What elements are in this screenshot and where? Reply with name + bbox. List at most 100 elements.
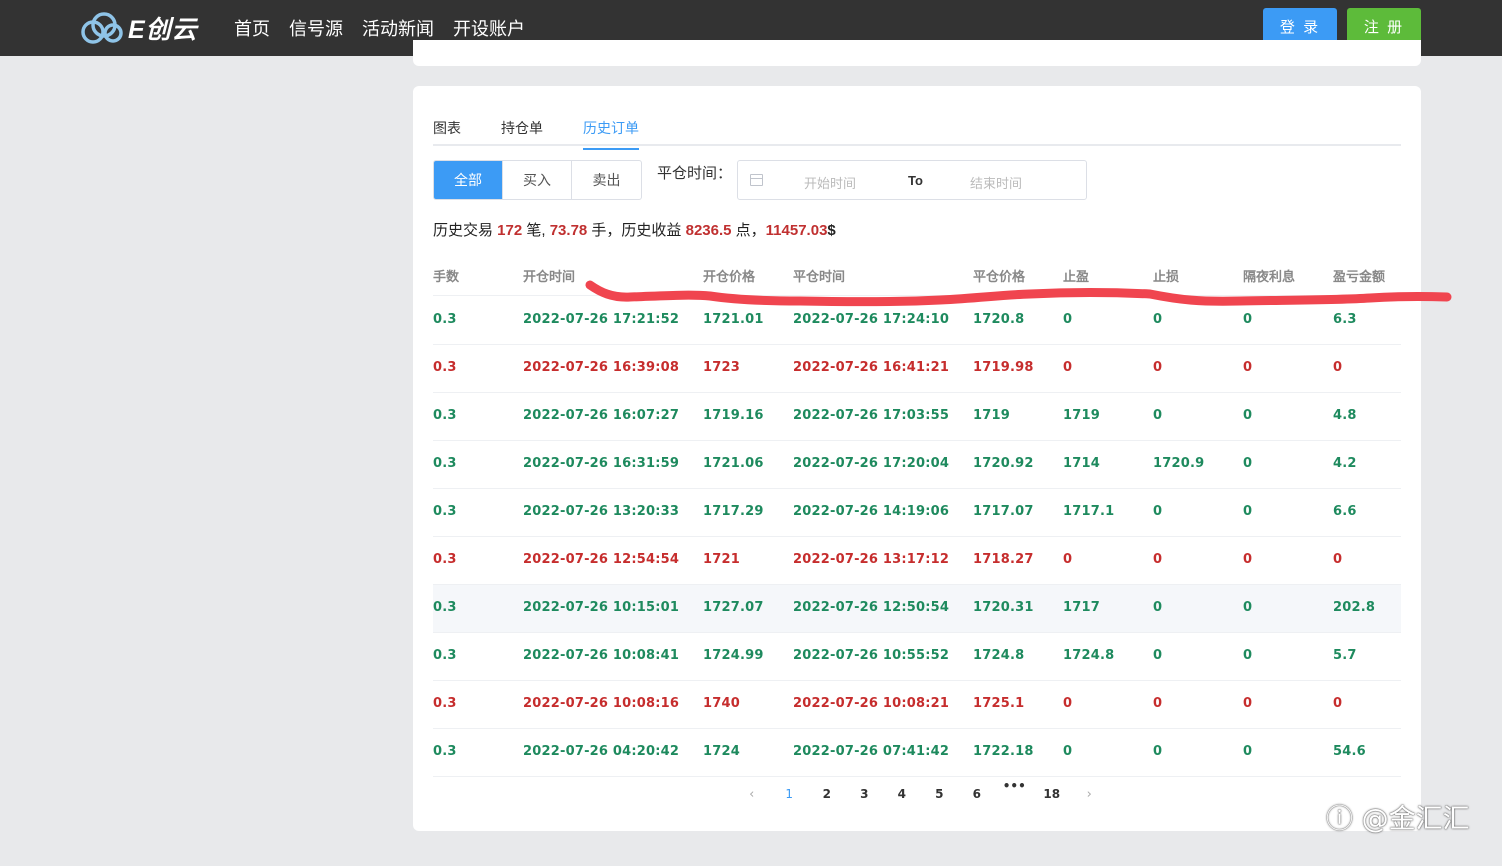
table-header: 手数 开仓时间 开仓价格 平仓时间 平仓价格 止盈 止损 隔夜利息 盈亏金额 <box>433 256 1401 296</box>
cell-close-time: 2022-07-26 10:08:21 <box>793 696 950 711</box>
cell-lots: 0.3 <box>433 408 457 423</box>
cell-swap: 0 <box>1243 696 1253 711</box>
cell-open-time: 2022-07-26 10:08:41 <box>523 648 680 663</box>
cell-take-profit: 0 <box>1063 312 1073 327</box>
cell-take-profit: 1719 <box>1063 408 1100 423</box>
range-separator: To <box>908 173 923 188</box>
table-row: 0.3 2022-07-26 12:54:54 1721 2022-07-26 13:… <box>433 537 1401 585</box>
summary-trade-count: 172 <box>497 222 523 239</box>
weibo-icon: ⓘ <box>1326 804 1353 835</box>
register-button[interactable]: 注 册 <box>1347 8 1421 44</box>
logo-text: E创云 <box>128 16 198 44</box>
nav-news[interactable]: 活动新闻 <box>362 15 434 41</box>
cell-swap: 0 <box>1243 744 1253 759</box>
cell-lots: 0.3 <box>433 312 457 327</box>
cell-lots: 0.3 <box>433 360 457 375</box>
cell-lots: 0.3 <box>433 648 457 663</box>
table-row: 0.3 2022-07-26 16:39:08 1723 2022-07-26 16:… <box>433 345 1401 393</box>
table-row: 0.3 2022-07-26 04:20:42 1724 2022-07-26 07:… <box>433 729 1401 777</box>
cell-profit: 6.3 <box>1333 312 1357 327</box>
upper-card <box>413 40 1421 66</box>
col-open-price: 开仓价格 <box>703 269 756 284</box>
history-summary: 历史交易 172 笔, 73.78 手，历史收益 8236.5 点，11457.… <box>433 219 836 240</box>
page-1-button[interactable]: 1 <box>771 787 809 801</box>
start-date-input[interactable]: 开始时间 <box>804 173 856 192</box>
col-lots: 手数 <box>433 269 460 284</box>
cell-lots: 0.3 <box>433 552 457 567</box>
table-row: 0.3 2022-07-26 16:31:59 1721.06 2022-07-26 … <box>433 441 1401 489</box>
cell-stop-loss: 0 <box>1153 600 1163 615</box>
tab-chart[interactable]: 图表 <box>433 118 461 148</box>
filter-all-button[interactable]: 全部 <box>434 161 503 199</box>
date-range-picker[interactable]: 开始时间 To 结束时间 <box>737 160 1087 200</box>
summary-trades-unit: 笔, <box>522 222 550 239</box>
cell-take-profit: 0 <box>1063 360 1073 375</box>
page-6-button[interactable]: 6 <box>958 787 996 801</box>
cell-take-profit: 1724.8 <box>1063 648 1115 663</box>
cell-stop-loss: 0 <box>1153 408 1163 423</box>
pagination-ellipsis[interactable]: ••• <box>996 779 1034 793</box>
summary-points-unit: 点， <box>731 222 766 239</box>
tab-bar: 图表 持仓单 历史订单 <box>433 108 1401 150</box>
table-row: 0.3 2022-07-26 10:08:41 1724.99 2022-07-26 … <box>433 633 1401 681</box>
page-18-button[interactable]: 18 <box>1033 787 1071 801</box>
cell-open-time: 2022-07-26 16:07:27 <box>523 408 680 423</box>
cell-close-time: 2022-07-26 17:24:10 <box>793 312 950 327</box>
prev-page-button[interactable]: ‹ <box>733 787 771 802</box>
cell-profit: 0 <box>1333 696 1343 711</box>
cell-take-profit: 0 <box>1063 696 1073 711</box>
watermark: ⓘ @金汇汇 <box>1326 797 1470 836</box>
cell-profit: 6.6 <box>1333 504 1357 519</box>
pagination: ‹ 1 2 3 4 5 6 ••• 18 › <box>733 779 1109 804</box>
cell-profit: 5.7 <box>1333 648 1357 663</box>
cell-close-price: 1719.98 <box>973 360 1034 375</box>
cell-close-time: 2022-07-26 13:17:12 <box>793 552 950 567</box>
cell-stop-loss: 0 <box>1153 648 1163 663</box>
cell-stop-loss: 1720.9 <box>1153 456 1205 471</box>
table-row: 0.3 2022-07-26 10:08:16 1740 2022-07-26 10:… <box>433 681 1401 729</box>
cell-profit: 4.8 <box>1333 408 1357 423</box>
table-row: 0.3 2022-07-26 16:07:27 1719.16 2022-07-26 … <box>433 393 1401 441</box>
page-5-button[interactable]: 5 <box>921 787 959 801</box>
nav-open-account[interactable]: 开设账户 <box>453 15 525 41</box>
nav-home[interactable]: 首页 <box>234 15 270 41</box>
cell-stop-loss: 0 <box>1153 504 1163 519</box>
cell-open-time: 2022-07-26 12:54:54 <box>523 552 680 567</box>
login-button[interactable]: 登 录 <box>1263 8 1337 44</box>
tab-positions[interactable]: 持仓单 <box>501 118 543 148</box>
cell-profit: 0 <box>1333 552 1343 567</box>
cell-lots: 0.3 <box>433 696 457 711</box>
cell-swap: 0 <box>1243 456 1253 471</box>
summary-lots-unit: 手，历史收益 <box>587 222 686 239</box>
page-3-button[interactable]: 3 <box>846 787 884 801</box>
cell-stop-loss: 0 <box>1153 696 1163 711</box>
cell-swap: 0 <box>1243 552 1253 567</box>
logo[interactable]: E创云 <box>78 10 198 46</box>
col-profit: 盈亏金额 <box>1333 269 1386 284</box>
cell-open-price: 1724.99 <box>703 648 764 663</box>
cell-open-time: 2022-07-26 17:21:52 <box>523 312 680 327</box>
table-row: 0.3 2022-07-26 17:21:52 1721.01 2022-07-26 … <box>433 297 1401 345</box>
cell-close-price: 1725.1 <box>973 696 1025 711</box>
cell-open-price: 1717.29 <box>703 504 764 519</box>
col-swap: 隔夜利息 <box>1243 269 1296 284</box>
cell-open-price: 1721.01 <box>703 312 764 327</box>
filter-sell-button[interactable]: 卖出 <box>572 161 641 199</box>
page-4-button[interactable]: 4 <box>883 787 921 801</box>
col-take-profit: 止盈 <box>1063 269 1090 284</box>
cell-lots: 0.3 <box>433 600 457 615</box>
tab-history-orders[interactable]: 历史订单 <box>583 118 639 150</box>
cell-profit: 4.2 <box>1333 456 1357 471</box>
cell-close-price: 1724.8 <box>973 648 1025 663</box>
nav-signal-source[interactable]: 信号源 <box>289 15 343 41</box>
cell-open-time: 2022-07-26 13:20:33 <box>523 504 680 519</box>
cell-lots: 0.3 <box>433 744 457 759</box>
cell-stop-loss: 0 <box>1153 312 1163 327</box>
filter-buy-button[interactable]: 买入 <box>503 161 572 199</box>
next-page-button[interactable]: › <box>1071 787 1109 802</box>
col-open-time: 开仓时间 <box>523 269 576 284</box>
cell-lots: 0.3 <box>433 456 457 471</box>
cell-open-time: 2022-07-26 04:20:42 <box>523 744 680 759</box>
end-date-input[interactable]: 结束时间 <box>970 173 1022 192</box>
page-2-button[interactable]: 2 <box>808 787 846 801</box>
